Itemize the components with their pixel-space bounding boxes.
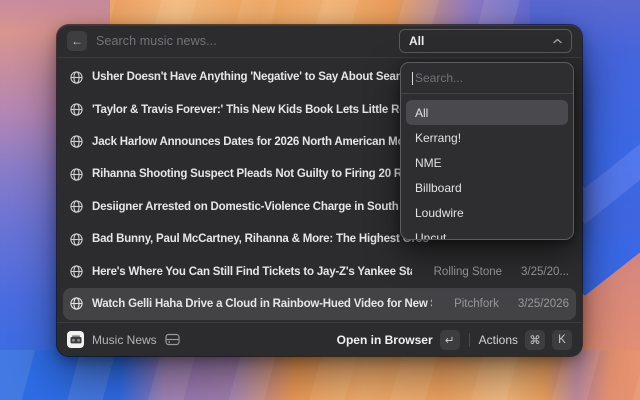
globe-icon <box>70 135 83 148</box>
article-title: Watch Gelli Haha Drive a Cloud in Rainbo… <box>92 298 432 310</box>
globe-icon <box>70 168 83 181</box>
article-title: Here's Where You Can Still Find Tickets … <box>92 266 412 278</box>
globe-icon <box>70 233 83 246</box>
dropdown-option-billboard[interactable]: Billboard <box>406 175 568 200</box>
globe-icon <box>70 297 83 310</box>
dropdown-search-placeholder: Search... <box>415 71 463 85</box>
dropdown-search-input[interactable]: Search... <box>401 63 573 93</box>
list-item-selected[interactable]: Watch Gelli Haha Drive a Cloud in Rainbo… <box>63 288 576 320</box>
command-name: Music News <box>92 333 157 347</box>
command-key-icon: ⌘ <box>525 330 545 350</box>
dropdown-options: All Kerrang! NME Billboard Loudwire Uncu… <box>401 94 573 240</box>
globe-icon <box>70 103 83 116</box>
dropdown-option-all[interactable]: All <box>406 100 568 125</box>
globe-icon <box>70 265 83 278</box>
source-filter-value: All <box>409 34 424 48</box>
k-key-icon: K <box>552 330 572 350</box>
globe-icon <box>70 71 83 84</box>
music-news-app-icon <box>67 331 84 348</box>
source-filter-select[interactable]: All <box>399 29 572 53</box>
chevron-up-icon <box>553 38 562 44</box>
search-input[interactable]: Search music news... <box>96 34 217 48</box>
globe-icon <box>70 200 83 213</box>
article-title: Desiigner Arrested on Domestic-Violence … <box>92 201 427 213</box>
article-source: Rolling Stone <box>434 266 502 278</box>
wallpaper-bottom-band <box>0 350 640 400</box>
launcher-window: ← Search music news... All Usher Doesn't… <box>57 25 582 356</box>
article-title: Jack Harlow Announces Dates for 2026 Nor… <box>92 136 420 148</box>
article-title: 'Taylor & Travis Forever:' This New Kids… <box>92 104 435 116</box>
action-bar: Music News Open in Browser ↵ Actions ⌘ K <box>57 322 582 356</box>
drive-icon <box>165 333 180 346</box>
search-header: ← Search music news... All <box>57 25 582 57</box>
article-date: 3/25/2026 <box>518 298 569 310</box>
article-title: Usher Doesn't Have Anything 'Negative' t… <box>92 71 431 83</box>
dropdown-option-kerrang[interactable]: Kerrang! <box>406 125 568 150</box>
actions-button[interactable]: Actions <box>479 333 518 347</box>
list-item[interactable]: Here's Where You Can Still Find Tickets … <box>63 255 576 287</box>
article-source: Pitchfork <box>454 298 499 310</box>
source-filter-dropdown: Search... All Kerrang! NME Billboard Lou… <box>400 62 574 240</box>
footer-actions: Open in Browser ↵ Actions ⌘ K <box>337 330 572 350</box>
dropdown-option-nme[interactable]: NME <box>406 150 568 175</box>
text-cursor <box>412 72 413 85</box>
return-key-icon: ↵ <box>440 330 460 350</box>
article-date: 3/25/20... <box>521 266 569 278</box>
article-title: Bad Bunny, Paul McCartney, Rihanna & Mor… <box>92 233 429 245</box>
footer-separator <box>469 333 470 347</box>
dropdown-option-uncut[interactable]: Uncut <box>406 225 568 240</box>
open-in-browser-button[interactable]: Open in Browser <box>337 333 433 347</box>
dropdown-option-loudwire[interactable]: Loudwire <box>406 200 568 225</box>
arrow-left-icon: ← <box>71 35 83 47</box>
article-title: Rihanna Shooting Suspect Pleads Not Guil… <box>92 168 429 180</box>
back-button[interactable]: ← <box>67 31 87 51</box>
